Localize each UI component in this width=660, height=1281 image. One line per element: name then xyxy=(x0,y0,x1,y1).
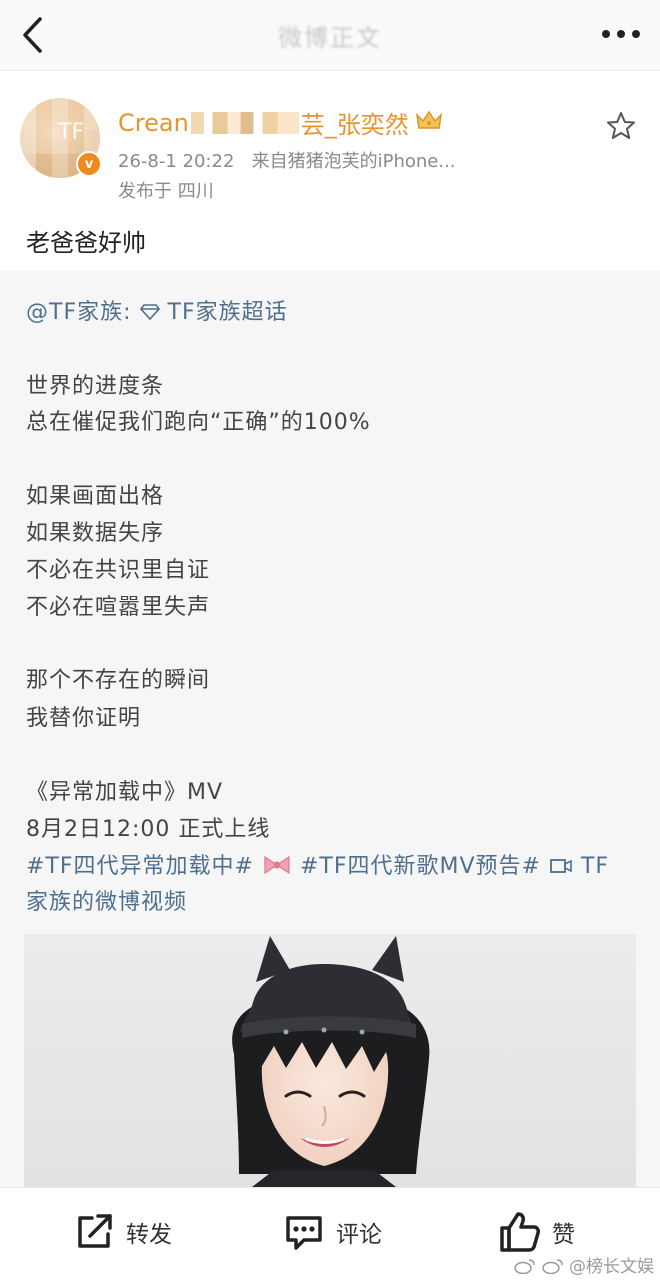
star-icon xyxy=(607,112,635,139)
quoted-line: 我替你证明 xyxy=(26,706,142,731)
crown-icon xyxy=(415,109,443,137)
video-link[interactable]: TF xyxy=(549,854,609,879)
favorite-button[interactable] xyxy=(604,109,638,143)
quoted-line: 如果数据失序 xyxy=(26,521,165,546)
hashtag-link[interactable]: #TF四代新歌MV预告# xyxy=(300,854,541,879)
thumbs-up-icon xyxy=(500,1212,540,1252)
hashtag-link[interactable]: #TF四代异常加载中# xyxy=(26,854,254,879)
quoted-author-line: @TF家族: TF家族超话 xyxy=(26,294,288,326)
watermark: @榜长文娱 xyxy=(514,1252,654,1277)
post-image[interactable] xyxy=(24,934,636,1187)
like-button[interactable]: 赞 xyxy=(498,1208,575,1256)
username-end: 芸_张奕然 xyxy=(300,111,409,139)
repost-label: 转发 xyxy=(126,1222,172,1248)
weibo-logo-icon xyxy=(514,1257,541,1277)
quoted-post[interactable]: @TF家族: TF家族超话 世界的进度条 总在催促我们跑向“正确”的100% 如… xyxy=(0,272,660,1187)
page-title: 微博正文 xyxy=(278,24,382,52)
video-link-continued[interactable]: 家族的微博视频 xyxy=(26,884,187,916)
mention-link[interactable]: @TF家族: xyxy=(26,300,132,325)
bow-emoji-icon xyxy=(262,854,300,879)
post-header-card: TF v Crean 芸_张奕然 26-8-1 20:22 来自猪猪泡芙的iPh… xyxy=(0,71,660,271)
verified-badge-icon: v xyxy=(76,151,102,177)
avatar-glyph: TF xyxy=(58,120,85,145)
video-camera-icon xyxy=(550,859,572,873)
post-meta: 26-8-1 20:22 来自猪猪泡芙的iPhone... xyxy=(118,147,456,173)
video-link-label: TF xyxy=(580,854,610,879)
quoted-line: 总在催促我们跑向“正确”的100% xyxy=(26,410,371,435)
comment-bubble-icon xyxy=(286,1216,322,1250)
diamond-icon xyxy=(139,304,160,321)
comment-button[interactable]: 评论 xyxy=(282,1208,382,1256)
more-dots-icon xyxy=(602,30,640,38)
like-label: 赞 xyxy=(552,1222,575,1248)
post-timestamp: 26-8-1 20:22 xyxy=(118,151,235,172)
more-button[interactable] xyxy=(596,14,646,54)
person-photo xyxy=(24,934,636,1187)
share-arrow-icon xyxy=(78,1214,112,1248)
hashtag-line: #TF四代异常加载中# #TF四代新歌MV预告# TF xyxy=(26,848,609,880)
supertopic-label: TF家族超话 xyxy=(167,300,288,325)
username[interactable]: Crean 芸_张奕然 xyxy=(118,105,443,140)
post-location: 发布于 四川 xyxy=(118,181,214,202)
repost-button[interactable]: 转发 xyxy=(74,1208,172,1256)
post-source: 来自猪猪泡芙的iPhone... xyxy=(251,151,456,172)
username-start: Crean xyxy=(118,108,189,137)
watermark-text: @榜长文娱 xyxy=(569,1257,654,1277)
post-text: 老爸爸好帅 xyxy=(26,229,146,257)
video-link-label-2: 家族的微博视频 xyxy=(26,890,188,915)
quoted-line: 那个不存在的瞬间 xyxy=(26,668,211,693)
quoted-line: 世界的进度条 xyxy=(26,374,165,399)
comment-label: 评论 xyxy=(336,1222,382,1248)
username-mosaic xyxy=(190,111,299,134)
bottom-action-bar: 转发 评论 赞 @榜长文娱 xyxy=(0,1187,660,1281)
quoted-line: 《异常加载中》MV xyxy=(26,780,224,805)
quoted-line: 8月2日12:00 正式上线 xyxy=(26,817,271,842)
quoted-line: 不必在共识里自证 xyxy=(26,558,211,583)
quoted-line: 如果画面出格 xyxy=(26,484,165,509)
top-nav-bar: 微博正文 xyxy=(0,0,660,71)
weibo-logo-icon xyxy=(541,1257,569,1277)
supertopic-link[interactable]: TF家族超话 xyxy=(139,300,288,325)
quoted-line: 不必在喧嚣里失声 xyxy=(26,595,211,620)
